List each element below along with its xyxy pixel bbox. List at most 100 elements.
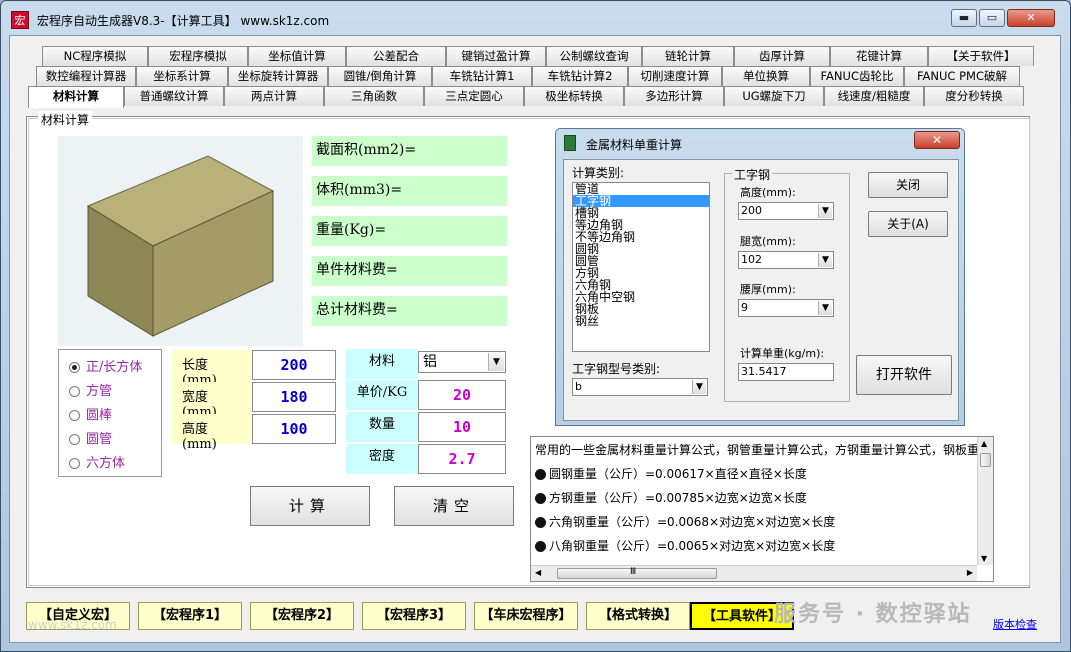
radio-round-tube[interactable]: 圆管 <box>69 428 112 450</box>
tab-row3-0[interactable]: 材料计算 <box>28 86 124 108</box>
chevron-down-icon[interactable]: ▼ <box>818 301 832 315</box>
maximize-button[interactable]: ▭ <box>979 9 1005 27</box>
model-type-label: 工字钢型号类别: <box>572 362 661 376</box>
density-input[interactable]: 2.7 <box>418 444 506 474</box>
radio-label: 正/长方体 <box>86 360 143 375</box>
tab-row2-6[interactable]: 切削速度计算 <box>628 66 722 86</box>
radio-cuboid[interactable]: 正/长方体 <box>69 356 142 378</box>
list-item[interactable]: 钢丝 <box>573 315 709 327</box>
scroll-down-icon[interactable]: ▼ <box>981 554 987 563</box>
formula-line: 八角钢重量（公斤）=0.0065×对边宽×对边宽×长度 <box>535 537 835 554</box>
vertical-scrollbar[interactable]: ▲ ▼ <box>977 437 993 565</box>
tab-row1-6[interactable]: 链轮计算 <box>642 46 734 66</box>
leg-select[interactable]: 102 ▼ <box>738 251 834 269</box>
formula-text: 六角钢重量（公斤）=0.0068×对边宽×对边宽×长度 <box>549 515 836 529</box>
width-label: 宽度(mm) <box>172 382 252 420</box>
tab-row1-9[interactable]: 【关于软件】 <box>928 46 1034 66</box>
minimize-button[interactable]: ▬ <box>951 9 977 27</box>
tab-row1-5[interactable]: 公制螺纹查询 <box>546 46 642 66</box>
tab-row3-9[interactable]: 度分秒转换 <box>924 86 1024 106</box>
radio-label: 六方体 <box>86 456 126 471</box>
height-input[interactable]: 100 <box>252 414 336 444</box>
chevron-down-icon[interactable]: ▼ <box>692 380 706 394</box>
tab-row2-2[interactable]: 坐标旋转计算器 <box>228 66 328 86</box>
tab-row3-3[interactable]: 三角函数 <box>324 86 424 106</box>
scroll-left-icon[interactable]: ◀ <box>535 568 541 577</box>
tab-row2-0[interactable]: 数控编程计算器 <box>36 66 136 86</box>
height-select-value: 200 <box>741 204 762 217</box>
tab-row3-2[interactable]: 两点计算 <box>224 86 324 106</box>
dialog-body: 计算类别: 管道 工字钢 槽钢 等边角钢 不等边角钢 圆钢 圆管 方钢 六角钢 六角中空钢 钢板 钢丝… <box>563 159 959 421</box>
price-label: 单价/KG <box>346 380 418 410</box>
waist-select[interactable]: 9 ▼ <box>738 299 834 317</box>
material-label: 材料 <box>346 349 418 379</box>
formula-textbox[interactable]: 常用的一些金属材料重量计算公式，钢管重量计算公式，方钢重量计算公式，钢板重 圆钢… <box>530 436 994 582</box>
horizontal-scroll-thumb[interactable]: Ⅲ <box>557 567 717 579</box>
height-select[interactable]: 200 ▼ <box>738 202 834 220</box>
tab-row2-7[interactable]: 单位换算 <box>722 66 810 86</box>
format-convert-button[interactable]: 【格式转换】 <box>586 602 690 630</box>
formula-line: 六角钢重量（公斤）=0.0068×对边宽×对边宽×长度 <box>535 513 835 530</box>
tab-row1-8[interactable]: 花键计算 <box>830 46 928 66</box>
tab-row2-9[interactable]: FANUC PMC破解 <box>904 66 1020 86</box>
tab-row1-1[interactable]: 宏程序模拟 <box>148 46 248 66</box>
bullet-icon <box>535 493 546 504</box>
calc-type-listbox[interactable]: 管道 工字钢 槽钢 等边角钢 不等边角钢 圆钢 圆管 方钢 六角钢 六角中空钢 钢板 钢丝 <box>572 182 710 352</box>
model-type-select[interactable]: b ▼ <box>572 378 708 396</box>
close-button[interactable]: ✕ <box>1007 9 1055 27</box>
length-input[interactable]: 200 <box>252 350 336 380</box>
tab-row1-0[interactable]: NC程序模拟 <box>42 46 148 66</box>
tab-row2-1[interactable]: 坐标系计算 <box>136 66 228 86</box>
macro2-button[interactable]: 【宏程序2】 <box>250 602 354 630</box>
macro3-button[interactable]: 【宏程序3】 <box>362 602 466 630</box>
lathe-macro-button[interactable]: 【车床宏程序】 <box>474 602 578 630</box>
tab-row1-2[interactable]: 坐标值计算 <box>248 46 346 66</box>
radio-label: 方管 <box>86 384 113 399</box>
title-bar[interactable]: 宏 宏程序自动生成器V8.3-【计算工具】 www.sk1z.com ▬ ▭ ✕ <box>1 1 1070 35</box>
version-check-link[interactable]: 版本检查 <box>993 616 1037 632</box>
calculate-button[interactable]: 计算 <box>250 486 370 526</box>
unit-weight-output[interactable]: 31.5417 <box>738 363 834 381</box>
tab-row3-5[interactable]: 极坐标转换 <box>524 86 624 106</box>
dialog-close-btn[interactable]: 关闭 <box>868 172 948 198</box>
quantity-input[interactable]: 10 <box>418 412 506 442</box>
macro1-button[interactable]: 【宏程序1】 <box>138 602 242 630</box>
scroll-right-icon[interactable]: ▶ <box>967 568 973 577</box>
tab-row1-7[interactable]: 齿厚计算 <box>734 46 830 66</box>
clear-button[interactable]: 清空 <box>394 486 514 526</box>
tab-row3-1[interactable]: 普通螺纹计算 <box>124 86 224 106</box>
radio-hexagon[interactable]: 六方体 <box>69 452 125 474</box>
chevron-down-icon[interactable]: ▼ <box>488 353 504 371</box>
radio-dot <box>69 362 80 373</box>
tab-row1-3[interactable]: 公差配合 <box>346 46 446 66</box>
calculator-icon <box>564 135 576 151</box>
tab-row2-8[interactable]: FANUC齿轮比 <box>810 66 904 86</box>
horizontal-scrollbar[interactable]: ◀ Ⅲ ▶ <box>531 565 977 581</box>
material-select[interactable]: 铝 ▼ <box>418 351 506 373</box>
tab-row1-4[interactable]: 键销过盈计算 <box>446 46 546 66</box>
material-group-title: 材料计算 <box>38 111 93 128</box>
radio-square-tube[interactable]: 方管 <box>69 380 112 402</box>
dialog-close-button[interactable]: ✕ <box>914 131 960 149</box>
tab-row3-7[interactable]: UG螺旋下刀 <box>724 86 824 106</box>
radio-round-bar[interactable]: 圆棒 <box>69 404 112 426</box>
width-input[interactable]: 180 <box>252 382 336 412</box>
tab-row2-3[interactable]: 圆锥/倒角计算 <box>328 66 432 86</box>
radio-label: 圆棒 <box>86 408 113 423</box>
waist-field-label: 腰厚(mm): <box>740 283 796 296</box>
tab-row2-5[interactable]: 车铣钻计算2 <box>532 66 628 86</box>
chevron-down-icon[interactable]: ▼ <box>818 253 832 267</box>
length-label: 长度(mm) <box>172 350 252 388</box>
scroll-up-icon[interactable]: ▲ <box>981 439 987 448</box>
tab-row2-4[interactable]: 车铣钻计算1 <box>432 66 532 86</box>
price-input[interactable]: 20 <box>418 380 506 410</box>
tab-row3-6[interactable]: 多边形计算 <box>624 86 724 106</box>
window-title: 宏程序自动生成器V8.3-【计算工具】 www.sk1z.com <box>37 14 330 28</box>
open-software-button[interactable]: 打开软件 <box>856 355 952 395</box>
tab-row3-4[interactable]: 三点定圆心 <box>424 86 524 106</box>
about-button[interactable]: 关于(A) <box>868 211 948 237</box>
tab-row3-8[interactable]: 线速度/粗糙度 <box>824 86 924 106</box>
client-area: NC程序模拟 宏程序模拟 坐标值计算 公差配合 键销过盈计算 公制螺纹查询 链轮计算 齿厚计算… <box>9 35 1061 643</box>
chevron-down-icon[interactable]: ▼ <box>818 204 832 218</box>
vertical-scroll-thumb[interactable] <box>980 453 991 467</box>
